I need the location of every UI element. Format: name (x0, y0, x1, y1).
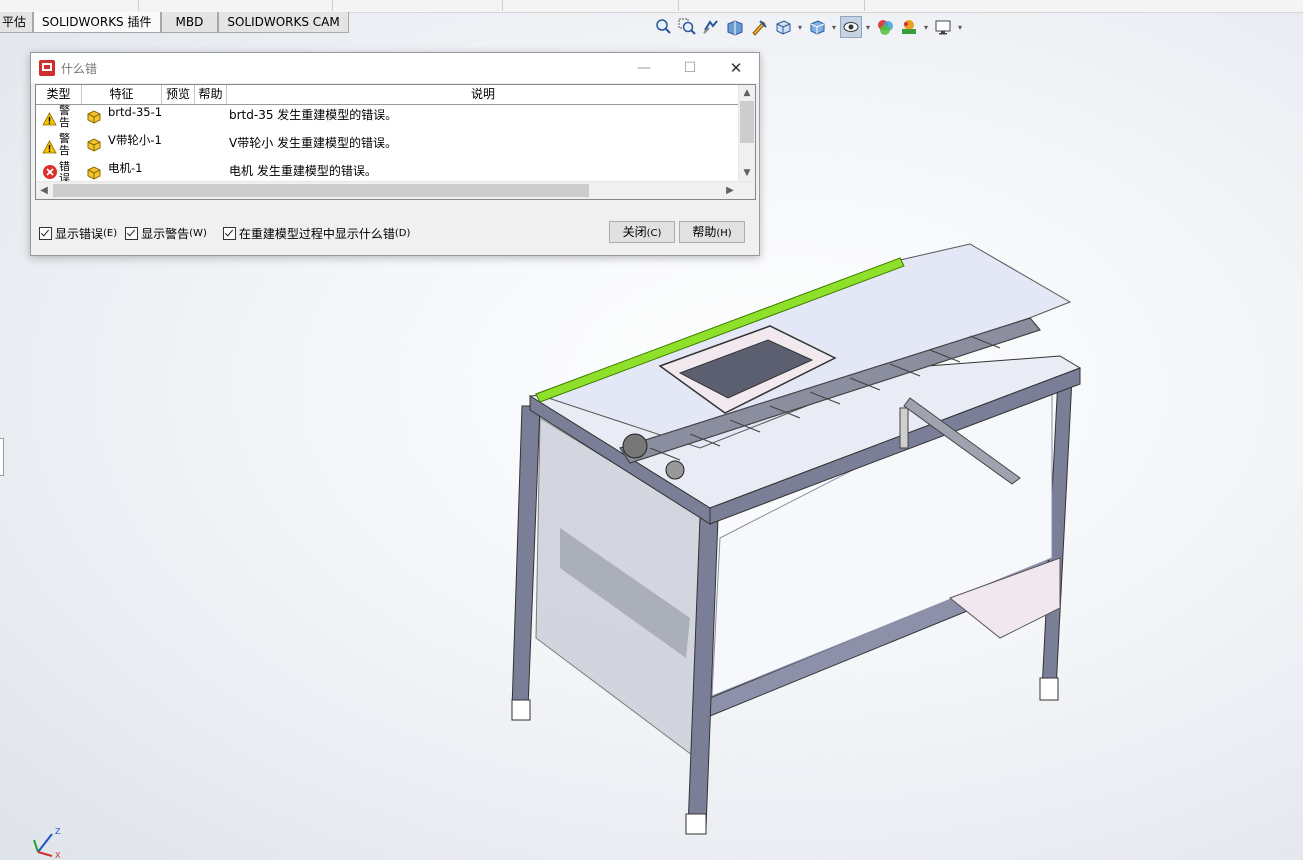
feature-name: V带轮小-1 (108, 133, 162, 147)
hide-show-items-icon[interactable] (840, 16, 862, 38)
scrollbar-thumb[interactable] (740, 101, 754, 143)
display-style-icon[interactable] (806, 16, 828, 38)
dialog-titlebar[interactable]: 什么错 — ☐ ✕ (31, 53, 759, 83)
horizontal-scrollbar[interactable]: ◀ ▶ (36, 181, 755, 199)
feature-name: brtd-35-1 (108, 105, 163, 119)
dialog-title: 什么错 (61, 61, 98, 76)
tab-solidworks-addins[interactable]: SOLIDWORKS 插件 (33, 12, 161, 33)
tab-evaluate[interactable]: 平估 (0, 12, 34, 33)
chevron-down-icon[interactable]: ▾ (864, 23, 872, 32)
scroll-down-icon[interactable]: ▼ (739, 165, 755, 181)
list-header: 类型 特征 预览 帮助 说明 (36, 85, 739, 105)
column-header-preview[interactable]: 预览 (162, 85, 195, 104)
caster-icon (511, 699, 531, 721)
toolbar-segment (0, 0, 139, 11)
button-label: 帮助 (692, 225, 717, 239)
shortcut-hint: (W) (189, 228, 207, 239)
heads-up-view-toolbar: ▾ ▾ ▾ ▾ ▾ (652, 14, 964, 40)
solidworks-app-icon (39, 60, 55, 76)
warning-icon (42, 112, 57, 126)
dynamic-annotation-icon[interactable] (748, 16, 770, 38)
toolbar-segment (502, 0, 679, 11)
maximize-icon[interactable]: ☐ (667, 53, 713, 83)
frame-leg (511, 405, 541, 709)
whats-wrong-dialog: 什么错 — ☐ ✕ 类型 特征 预览 帮助 说明 警告 brtd-35-1 br… (30, 52, 760, 256)
vertical-scrollbar[interactable]: ▲ ▼ (738, 85, 755, 181)
description-text: 电机 发生重建模型的错误。 (229, 164, 377, 178)
shortcut-hint: (E) (103, 228, 118, 239)
description-text: brtd-35 发生重建模型的错误。 (229, 108, 398, 122)
feature-name: 电机-1 (108, 161, 143, 175)
section-view-icon[interactable] (724, 16, 746, 38)
description-text: V带轮小 发生重建模型的错误。 (229, 136, 398, 150)
status-text: 错误 (59, 161, 70, 181)
error-icon (43, 165, 57, 179)
status-text: 警告 (59, 104, 70, 129)
column-header-feature[interactable]: 特征 (82, 85, 162, 104)
edit-appearance-icon[interactable] (874, 16, 896, 38)
scroll-up-icon[interactable]: ▲ (739, 85, 755, 101)
view-settings-icon[interactable] (932, 16, 954, 38)
zoom-to-fit-icon[interactable] (652, 16, 674, 38)
panel-collapse-handle[interactable] (0, 438, 4, 476)
column-header-type[interactable]: 类型 (36, 85, 82, 104)
checkbox-label: 显示警告 (141, 227, 190, 241)
part-icon (87, 166, 101, 180)
scrollbar-thumb[interactable] (53, 184, 589, 197)
chevron-down-icon[interactable]: ▾ (956, 23, 964, 32)
previous-view-icon[interactable] (700, 16, 722, 38)
close-icon[interactable]: ✕ (713, 53, 759, 83)
tab-solidworks-cam[interactable]: SOLIDWORKS CAM (218, 12, 349, 33)
axis-label-z: Z (55, 827, 61, 836)
caster-icon (1039, 677, 1059, 701)
issues-list: 类型 特征 预览 帮助 说明 警告 brtd-35-1 brtd-35 发生重建… (35, 84, 756, 200)
spring-icon (899, 407, 909, 449)
chevron-down-icon[interactable]: ▾ (922, 23, 930, 32)
apply-scene-icon[interactable] (898, 16, 920, 38)
show-warnings-checkbox[interactable]: 显示警告 (W) (125, 225, 207, 242)
list-item[interactable]: 错误 电机-1 电机 发生重建模型的错误。 (36, 161, 739, 181)
axis-label-x: X (55, 851, 61, 860)
command-manager-tabs: 平估 SOLIDWORKS 插件 MBD SOLIDWORKS CAM (0, 12, 349, 33)
checkbox-checked-icon[interactable] (222, 227, 236, 240)
show-during-rebuild-checkbox[interactable]: 在重建模型过程中显示什么错 (D) (222, 225, 411, 242)
show-errors-checkbox[interactable]: 显示错误 (E) (39, 225, 117, 242)
toolbar-segment (332, 0, 503, 11)
toolbar-segment (138, 0, 333, 11)
checkbox-checked-icon[interactable] (125, 227, 139, 240)
column-header-help[interactable]: 帮助 (195, 85, 227, 104)
minimize-icon[interactable]: — (621, 53, 667, 83)
list-item[interactable]: 警告 brtd-35-1 brtd-35 发生重建模型的错误。 (36, 105, 739, 133)
list-item[interactable]: 警告 V带轮小-1 V带轮小 发生重建模型的错误。 (36, 133, 739, 161)
shortcut-hint: (D) (394, 228, 411, 239)
part-icon (87, 138, 101, 152)
chevron-down-icon[interactable]: ▾ (796, 23, 804, 32)
warning-icon (42, 140, 57, 154)
status-text: 警告 (59, 132, 70, 157)
scroll-right-icon[interactable]: ▶ (722, 182, 738, 199)
part-icon (87, 110, 101, 124)
checkbox-checked-icon[interactable] (39, 227, 52, 240)
tab-mbd[interactable]: MBD (160, 12, 219, 33)
checkbox-label: 在重建模型过程中显示什么错 (238, 227, 395, 241)
roller-icon (665, 460, 685, 480)
button-label: 关闭 (622, 225, 647, 239)
scroll-left-icon[interactable]: ◀ (36, 182, 52, 199)
filter-options: 显示错误 (E) 显示警告 (W) 在重建模型过程中显示什么错 (D) (39, 225, 418, 242)
chevron-down-icon[interactable]: ▾ (830, 23, 838, 32)
view-orientation-icon[interactable] (772, 16, 794, 38)
assembly-3d-model[interactable] (500, 238, 1100, 838)
toolbar-segment (678, 0, 865, 11)
column-header-description[interactable]: 说明 (227, 85, 739, 104)
checkbox-label: 显示错误 (55, 227, 104, 241)
coordinate-triad-icon: Z X (33, 827, 61, 860)
caster-icon (685, 813, 707, 835)
roller-icon (622, 433, 648, 459)
zoom-area-icon[interactable] (676, 16, 698, 38)
